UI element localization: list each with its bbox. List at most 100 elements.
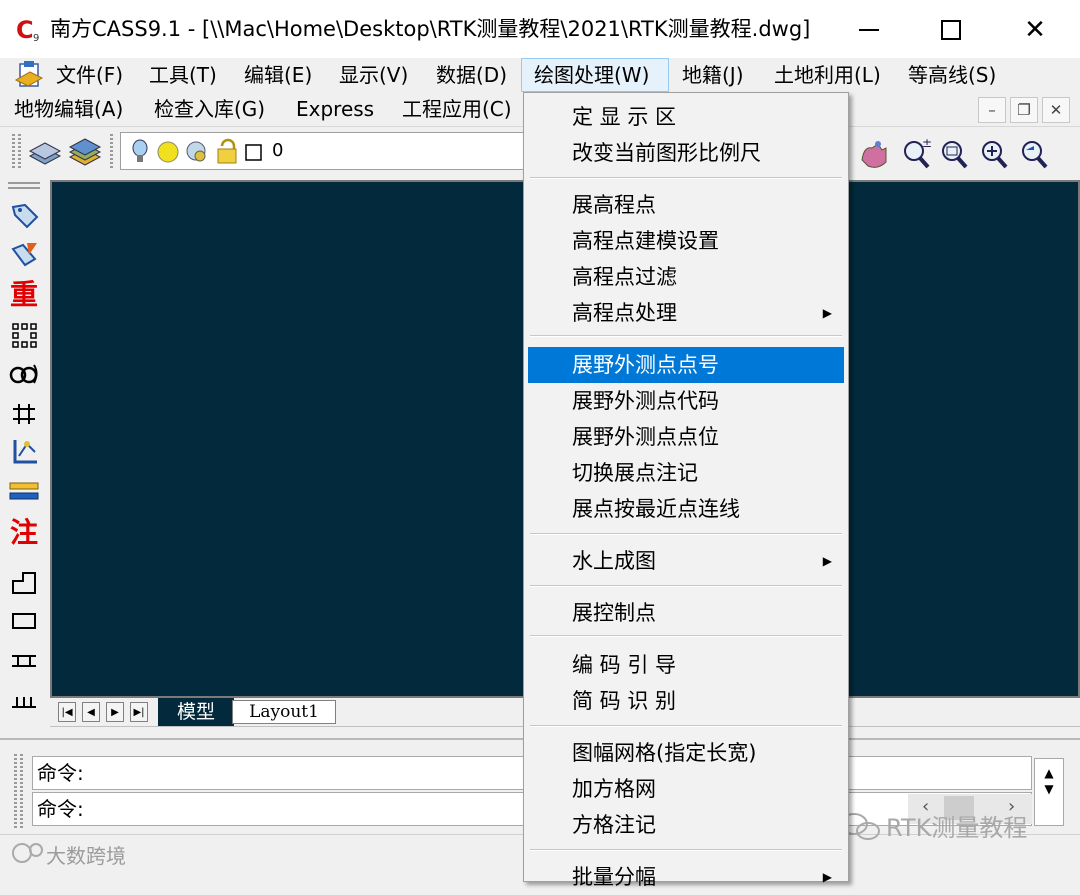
close-button[interactable]: ✕ xyxy=(1010,8,1060,52)
survey-symbol-icon[interactable] xyxy=(6,434,42,468)
menu-express[interactable]: Express xyxy=(292,92,378,126)
menu-item-2[interactable]: 展高程点 xyxy=(528,187,844,223)
submenu-arrow-icon: ▶ xyxy=(822,870,832,884)
menu-item-label: 编 码 引 导 xyxy=(572,653,677,677)
menu-item-label: 加方格网 xyxy=(572,777,656,801)
tab-layout1[interactable]: Layout1 xyxy=(232,700,336,724)
menu-check-import[interactable]: 检查入库(G) xyxy=(150,92,269,126)
zoom-realtime-icon[interactable]: ± xyxy=(904,136,932,169)
layers-icon[interactable] xyxy=(28,138,62,168)
menu-item-label: 展野外测点点位 xyxy=(572,425,719,449)
document-icon[interactable] xyxy=(14,60,46,90)
point-grid-icon[interactable] xyxy=(6,318,42,352)
lock-icon xyxy=(217,138,237,164)
menu-item-label: 展点按最近点连线 xyxy=(572,497,740,521)
menu-item-label: 高程点建模设置 xyxy=(572,229,719,253)
menu-item-11[interactable]: 水上成图 ▶ xyxy=(528,543,844,579)
menu-item-4[interactable]: 高程点过滤 xyxy=(528,259,844,295)
menu-file[interactable]: 文件(F) xyxy=(52,58,127,92)
menu-item-label: 方格注记 xyxy=(572,813,656,837)
menu-item-1[interactable]: 改变当前图形比例尺 xyxy=(528,135,844,171)
watermark-right: RTK测量教程 xyxy=(886,814,1028,842)
menu-item-0[interactable]: 定 显 示 区 xyxy=(528,99,844,135)
minimize-icon xyxy=(859,29,879,31)
command-scrollbar[interactable]: ▲ ▼ xyxy=(1034,758,1064,826)
building-outline-icon[interactable] xyxy=(6,566,42,600)
menu-item-label: 图幅网格(指定长宽) xyxy=(572,741,757,765)
symbol-icon[interactable] xyxy=(6,356,42,390)
toolbar-grip[interactable] xyxy=(8,182,40,184)
menu-engineering[interactable]: 工程应用(C) xyxy=(398,92,516,126)
minimize-button[interactable] xyxy=(844,8,894,52)
close-icon: ✕ xyxy=(1024,15,1046,45)
menu-feature-edit[interactable]: 地物编辑(A) xyxy=(10,92,127,126)
mdi-restore-button[interactable]: ❐ xyxy=(1010,97,1038,123)
last-tab-button[interactable]: ▶| xyxy=(130,702,148,722)
toolbar-grip[interactable] xyxy=(12,134,15,170)
menu-item-5[interactable]: 高程点处理 ▶ xyxy=(528,295,844,331)
first-tab-button[interactable]: |◀ xyxy=(58,702,76,722)
menu-item-16[interactable]: 加方格网 xyxy=(528,771,844,807)
tag-icon[interactable] xyxy=(6,198,42,232)
menu-item-3[interactable]: 高程点建模设置 xyxy=(528,223,844,259)
annotation-icon[interactable]: 注 xyxy=(6,514,42,549)
menu-edit[interactable]: 编辑(E) xyxy=(240,58,316,92)
menu-cadastre[interactable]: 地籍(J) xyxy=(678,58,748,92)
menu-item-label: 高程点处理 xyxy=(572,301,677,325)
menu-item-10[interactable]: 展点按最近点连线 xyxy=(528,491,844,527)
menu-item-18[interactable]: 批量分幅 ▶ xyxy=(528,859,844,895)
cass-logo-icon[interactable]: C 9 xyxy=(14,14,44,44)
menu-item-14[interactable]: 简 码 识 别 xyxy=(528,683,844,719)
menu-drawing[interactable]: 绘图处理(W) xyxy=(521,58,669,92)
tab-model[interactable]: 模型 xyxy=(158,698,234,726)
ruler-icon[interactable] xyxy=(6,474,42,508)
mdi-close-button[interactable]: ✕ xyxy=(1042,97,1070,123)
menu-tools[interactable]: 工具(T) xyxy=(145,58,221,92)
command-grip[interactable] xyxy=(20,754,23,828)
menu-item-15[interactable]: 图幅网格(指定长宽) xyxy=(528,735,844,771)
zoom-window-icon[interactable] xyxy=(942,141,968,169)
menu-separator xyxy=(530,335,842,337)
pen-edit-icon[interactable] xyxy=(6,238,42,272)
toolbar-grip[interactable] xyxy=(8,187,40,189)
scroll-up-icon[interactable]: ▲ xyxy=(1035,765,1063,781)
redraw-icon[interactable]: 重 xyxy=(6,276,42,311)
menu-contour[interactable]: 等高线(S) xyxy=(904,58,1000,92)
maximize-button[interactable] xyxy=(926,8,976,52)
rectangle-icon[interactable] xyxy=(6,604,42,638)
scroll-down-icon[interactable]: ▼ xyxy=(1035,781,1063,797)
menu-item-7[interactable]: 展野外测点代码 xyxy=(528,383,844,419)
sun-icon xyxy=(157,141,179,163)
current-layer-name: 0 xyxy=(272,140,284,161)
menu-separator xyxy=(530,177,842,179)
toolbar-grip[interactable] xyxy=(18,134,21,170)
toolbar-grip[interactable] xyxy=(110,134,113,170)
menu-data[interactable]: 数据(D) xyxy=(432,58,511,92)
zoom-in-icon[interactable] xyxy=(982,141,1008,169)
menu-item-13[interactable]: 编 码 引 导 xyxy=(528,647,844,683)
last-tab-icon: ▶| xyxy=(133,706,145,718)
command-grip[interactable] xyxy=(14,754,17,828)
menu-item-9[interactable]: 切换展点注记 xyxy=(528,455,844,491)
wall-symbol-icon[interactable] xyxy=(6,684,42,718)
menu-item-6[interactable]: 展野外测点点号 xyxy=(528,347,844,383)
lightbulb-icon xyxy=(132,139,148,162)
menu-item-12[interactable]: 展控制点 xyxy=(528,595,844,631)
color-swatch xyxy=(245,144,262,161)
menu-item-8[interactable]: 展野外测点点位 xyxy=(528,419,844,455)
mdi-minimize-button[interactable]: – xyxy=(978,97,1006,123)
menu-land-use[interactable]: 土地利用(L) xyxy=(770,58,885,92)
menu-item-label: 简 码 识 别 xyxy=(572,689,677,713)
menu-view[interactable]: 显示(V) xyxy=(335,58,412,92)
pan-icon[interactable] xyxy=(861,141,887,168)
menu-item-17[interactable]: 方格注记 xyxy=(528,807,844,843)
svg-text:C: C xyxy=(16,16,34,44)
menu-item-label: 高程点过滤 xyxy=(572,265,677,289)
menu-item-label: 切换展点注记 xyxy=(572,461,698,485)
prev-tab-button[interactable]: ◀ xyxy=(82,702,100,722)
layer-manager-icon[interactable] xyxy=(68,138,102,168)
fence-icon[interactable] xyxy=(6,644,42,678)
zoom-previous-icon[interactable] xyxy=(1022,141,1048,169)
next-tab-button[interactable]: ▶ xyxy=(106,702,124,722)
railway-symbol-icon[interactable] xyxy=(6,396,42,430)
